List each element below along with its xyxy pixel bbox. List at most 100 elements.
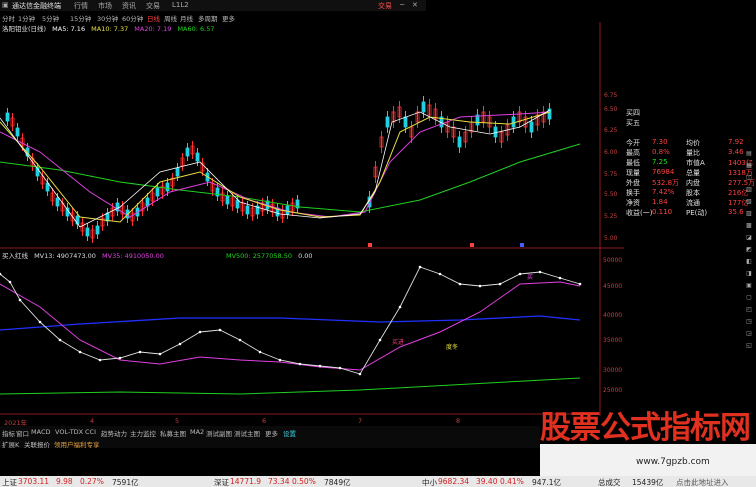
mv13-point xyxy=(498,282,502,286)
toolbar-icon[interactable]: ▩ xyxy=(744,222,754,232)
tab-3[interactable]: VOL-TDX xyxy=(55,428,83,436)
tab-0[interactable]: 指标 xyxy=(2,428,15,437)
menu-zixun[interactable]: 资讯 xyxy=(122,1,136,11)
tab-9[interactable]: 测试副图 xyxy=(206,428,232,437)
menu-hangqing[interactable]: 行情 xyxy=(74,1,88,11)
date-tick: 5 xyxy=(175,417,180,425)
toolbar-icon[interactable]: ▨ xyxy=(744,210,754,220)
mv13-point xyxy=(518,272,522,276)
toolbar-icon[interactable]: ◪ xyxy=(744,234,754,244)
close-icon[interactable]: ✕ xyxy=(412,1,418,9)
toolbar-icon[interactable]: ▥ xyxy=(744,186,754,196)
mv13-point xyxy=(558,276,562,280)
period-60min[interactable]: 60分钟 xyxy=(122,13,143,22)
toolbar-icon[interactable]: ▤ xyxy=(744,150,754,160)
period-week[interactable]: 周线 xyxy=(164,13,177,22)
toolbar-icon[interactable]: ◩ xyxy=(744,246,754,256)
candle-body xyxy=(245,205,250,215)
quote-row: 净资 1.84 流通 177亿 xyxy=(624,198,756,208)
period-month[interactable]: 月线 xyxy=(180,13,193,22)
volume-indicator-chart xyxy=(0,243,582,395)
period-more[interactable]: 更多 xyxy=(222,13,235,22)
tab-kuozhan[interactable]: 扩展K xyxy=(2,439,19,448)
tab-2[interactable]: MACD xyxy=(31,428,50,436)
mv13-point xyxy=(438,272,442,276)
quote-l1: 收益(一) xyxy=(626,209,653,217)
menu-l1l2[interactable]: L1L2 xyxy=(172,1,189,9)
tab-7[interactable]: 私募主图 xyxy=(160,428,186,437)
toolbar-icon[interactable]: ◧ xyxy=(744,258,754,268)
mv13-point xyxy=(158,352,162,356)
candle-body xyxy=(529,121,534,133)
candle-body xyxy=(55,197,60,207)
tab-5[interactable]: 趋势动力 xyxy=(101,428,127,437)
candle-body xyxy=(225,195,230,205)
mv-long-line xyxy=(0,377,581,395)
status-field: 3703.11 xyxy=(18,477,50,486)
period-fenshi[interactable]: 分时 xyxy=(2,13,15,22)
status-field: 14771.9 xyxy=(230,477,262,486)
period-15min[interactable]: 15分钟 xyxy=(70,13,91,22)
candle-body xyxy=(85,227,90,237)
toolbar-icon[interactable]: ◱ xyxy=(744,342,754,352)
mv35-label: MV35: 4910050.00 xyxy=(102,252,164,260)
tab-6[interactable]: 主力监控 xyxy=(130,428,156,437)
volume-tick: 45000 xyxy=(603,283,622,290)
menu-shichang[interactable]: 市场 xyxy=(98,1,112,11)
ma20-line xyxy=(0,111,551,218)
toolbar-icon[interactable]: ▦ xyxy=(744,162,754,172)
trade-button[interactable]: 交易 xyxy=(378,1,392,11)
period-1min[interactable]: 1分钟 xyxy=(18,13,35,22)
period-30min[interactable]: 30分钟 xyxy=(97,13,118,22)
period-5min[interactable]: 5分钟 xyxy=(42,13,59,22)
extra-tabs: 扩展K 关联报价 领用户福利专享 xyxy=(0,437,540,448)
status-tail[interactable]: 点击此地址进入 xyxy=(676,477,729,487)
status-field: 中小 xyxy=(422,478,437,487)
status-field: 9.98 xyxy=(56,477,73,486)
toolbar-icon[interactable]: ◰ xyxy=(744,306,754,316)
ma10-line xyxy=(0,111,551,223)
tab-1[interactable]: 窗口 xyxy=(16,428,29,437)
toolbar-icon[interactable]: ▧ xyxy=(744,198,754,208)
quote-l2: 流通 xyxy=(686,199,700,207)
signal-marker xyxy=(470,243,474,247)
toolbar-icon[interactable]: ◨ xyxy=(744,270,754,280)
mv35-line xyxy=(0,281,581,371)
minimize-icon[interactable]: ─ xyxy=(400,1,404,9)
candle-body xyxy=(185,147,190,157)
menu-jiaoyi[interactable]: 交易 xyxy=(146,1,160,11)
toolbar-icon[interactable]: ▢ xyxy=(744,294,754,304)
date-tick: 8 xyxy=(456,417,461,425)
candle-body xyxy=(511,116,516,128)
quote-row: 今开 7.30 均价 7.92 xyxy=(624,138,756,148)
ma5-line xyxy=(0,109,551,228)
tab-fuli[interactable]: 领用户福利专享 xyxy=(54,439,100,448)
tab-10[interactable]: 测试主图 xyxy=(234,428,260,437)
volume-tick: 25000 xyxy=(603,387,622,394)
candle-body xyxy=(285,205,290,215)
tab-4[interactable]: CCI xyxy=(85,428,96,436)
quote-v1: 532.8万 xyxy=(652,179,680,187)
signal-buy-left: 买进 xyxy=(392,339,405,346)
date-tick: 7 xyxy=(358,417,363,425)
price-tick: 5.00 xyxy=(604,235,618,242)
tab-12[interactable]: 设置 xyxy=(283,428,296,437)
candle-body xyxy=(95,225,100,235)
toolbar-icon[interactable]: ▣ xyxy=(744,282,754,292)
status-field: 0.27% xyxy=(80,477,104,486)
quote-l2: 总量 xyxy=(686,169,700,177)
mv13-point xyxy=(118,356,122,360)
kline-chart[interactable]: 6.75 6.50 6.25 6.00 5.75 5.50 5.25 5.00 50000 45… xyxy=(0,22,624,416)
tab-11[interactable]: 更多 xyxy=(265,428,278,437)
toolbar-icon[interactable]: ◲ xyxy=(744,330,754,340)
quote-l1: 今开 xyxy=(626,139,640,147)
toolbar-icon[interactable]: ◳ xyxy=(744,318,754,328)
price-tick: 6.75 xyxy=(604,92,618,99)
period-day[interactable]: 日线 xyxy=(147,13,160,22)
tab-guanlian[interactable]: 关联报价 xyxy=(24,439,50,448)
period-multi[interactable]: 多周期 xyxy=(198,13,218,22)
toolbar-icon[interactable]: ◫ xyxy=(744,174,754,184)
date-tick: 4 xyxy=(90,417,95,425)
mv13-point xyxy=(238,338,242,342)
tab-8[interactable]: MA2 xyxy=(190,428,204,436)
